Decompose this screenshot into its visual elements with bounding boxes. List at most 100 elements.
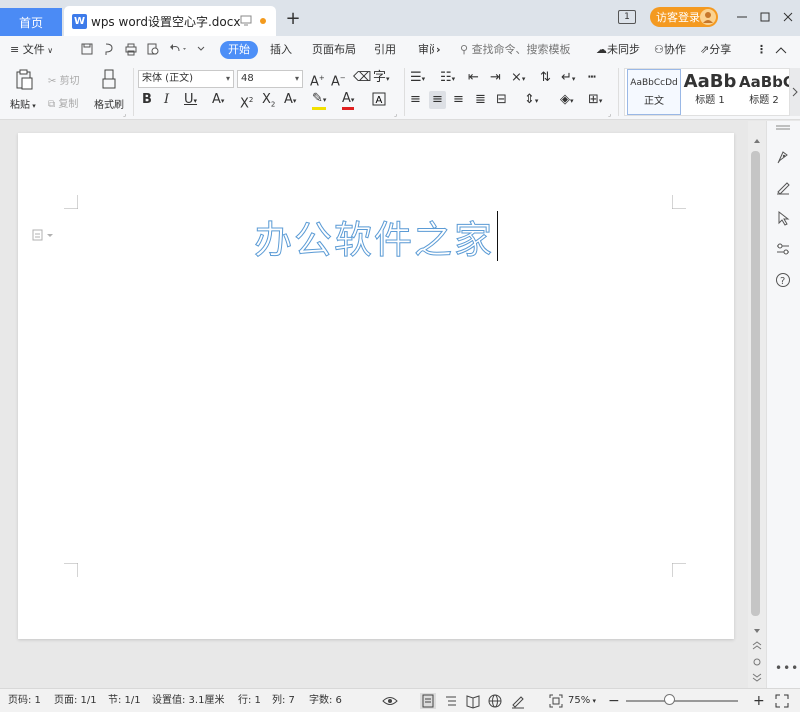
tab-review[interactable]: 审阅: [418, 36, 434, 64]
numbered-list-icon[interactable]: ☷▾: [440, 70, 455, 87]
page-view-icon[interactable]: [420, 693, 436, 709]
decrease-indent-icon[interactable]: ⇤: [468, 70, 479, 86]
shading-icon[interactable]: ◈▾: [560, 92, 574, 109]
next-page-icon[interactable]: [751, 673, 763, 683]
pinyin-icon[interactable]: 字▾: [373, 70, 390, 87]
justify-icon[interactable]: ≣: [475, 92, 486, 108]
fullscreen-icon[interactable]: [774, 693, 790, 709]
paste-button[interactable]: 粘贴 ▾: [10, 96, 36, 111]
pen-icon[interactable]: [775, 179, 791, 195]
reading-view-icon[interactable]: [465, 693, 481, 709]
scroll-down-arrow-icon[interactable]: [752, 627, 762, 635]
eye-protection-icon[interactable]: [382, 693, 398, 709]
highlight-icon[interactable]: ✎▾: [312, 92, 327, 110]
web-view-icon[interactable]: [487, 693, 503, 709]
zoom-out-button[interactable]: −: [608, 689, 620, 712]
distributed-icon[interactable]: ⊟: [496, 92, 507, 108]
zoom-in-button[interactable]: +: [753, 689, 765, 712]
copy-button[interactable]: ⧉ 复制: [48, 95, 78, 110]
style-heading-2[interactable]: AaBbC 标题 2: [739, 69, 789, 115]
cursor-select-icon[interactable]: [775, 210, 791, 226]
share-button[interactable]: ⇗分享: [700, 36, 731, 64]
status-section[interactable]: 节: 1/1: [108, 689, 141, 712]
sync-button[interactable]: ☁未同步: [596, 36, 640, 64]
monitor-icon[interactable]: [240, 14, 252, 26]
bullet-list-icon[interactable]: ☰▾: [410, 70, 425, 87]
hollow-text-content[interactable]: 办公软件之家: [253, 209, 494, 264]
text-effect-icon[interactable]: A▾: [284, 92, 296, 109]
document-tab[interactable]: W wps word设置空心字.docx: [64, 6, 276, 36]
chinese-layout-icon[interactable]: ⨯▾: [511, 70, 525, 87]
status-column[interactable]: 列: 7: [272, 689, 295, 712]
bold-icon[interactable]: B: [142, 92, 152, 108]
subscript-icon[interactable]: X2: [262, 92, 275, 113]
zoom-slider-thumb[interactable]: [664, 694, 675, 705]
font-size-select[interactable]: 48 ▾: [237, 70, 303, 88]
minimize-button[interactable]: [734, 9, 750, 25]
undo-icon[interactable]: [168, 42, 188, 56]
zoom-slider[interactable]: [626, 700, 738, 702]
status-row[interactable]: 行: 1: [238, 689, 261, 712]
style-heading-1[interactable]: AaBb 标题 1: [683, 69, 737, 115]
home-tab[interactable]: 首页: [0, 8, 62, 36]
rocket-icon[interactable]: [775, 149, 791, 165]
close-button[interactable]: [780, 9, 796, 25]
align-left-icon[interactable]: ≡: [410, 92, 421, 108]
more-options-icon[interactable]: ⋮: [756, 36, 767, 64]
superscript-icon[interactable]: X2: [240, 92, 253, 112]
scroll-up-arrow-icon[interactable]: [752, 137, 762, 145]
collapse-ribbon-icon[interactable]: [774, 44, 788, 56]
tab-insert[interactable]: 插入: [270, 36, 292, 64]
zoom-level[interactable]: 75% ▾: [568, 689, 596, 712]
increase-indent-icon[interactable]: ⇥: [490, 70, 501, 86]
file-menu[interactable]: ≡ 文件 ∨: [10, 36, 53, 64]
panel-handle-icon[interactable]: [774, 125, 792, 131]
clear-format-icon[interactable]: ⌫: [353, 70, 371, 86]
prev-page-icon[interactable]: [751, 641, 763, 651]
guest-login-button[interactable]: 访客登录: [650, 7, 718, 27]
tab-references[interactable]: 引用: [374, 36, 396, 64]
outline-view-icon[interactable]: [443, 693, 459, 709]
scrollbar-thumb[interactable]: [751, 151, 760, 616]
sort-icon[interactable]: ⇅: [540, 70, 551, 86]
tab-page-layout[interactable]: 页面布局: [312, 36, 356, 64]
font-name-select[interactable]: 宋体 (正文) ▾: [138, 70, 234, 88]
font-launcher-icon[interactable]: ⌟: [394, 110, 397, 118]
maximize-button[interactable]: [757, 9, 773, 25]
clipboard-launcher-icon[interactable]: ⌟: [123, 110, 126, 118]
styles-scroll-right[interactable]: [790, 68, 800, 116]
align-center-icon[interactable]: ≡: [429, 91, 446, 109]
fit-page-icon[interactable]: [548, 693, 564, 709]
tab-home[interactable]: 开始: [220, 41, 258, 59]
paragraph-handle-icon[interactable]: [32, 229, 56, 241]
show-marks-icon[interactable]: ↵▾: [561, 70, 575, 87]
window-count-badge[interactable]: 1: [618, 10, 636, 24]
italic-icon[interactable]: I: [164, 92, 169, 108]
document-workspace[interactable]: 办公软件之家: [0, 121, 766, 688]
tab-stops-icon[interactable]: ┅: [588, 70, 596, 86]
grow-font-icon[interactable]: A+: [310, 70, 325, 90]
document-page[interactable]: 办公软件之家: [18, 133, 734, 639]
paste-icon[interactable]: [14, 68, 34, 90]
status-word-count[interactable]: 字数: 6: [309, 689, 342, 712]
underline-icon[interactable]: U▾: [184, 92, 197, 109]
cut-button[interactable]: ✂ 剪切: [48, 72, 80, 87]
shrink-font-icon[interactable]: A−: [331, 70, 346, 90]
print-icon[interactable]: [124, 42, 138, 56]
more-tools-icon[interactable]: •••: [775, 661, 799, 675]
export-pdf-icon[interactable]: [102, 42, 116, 56]
style-normal[interactable]: AaBbCcDd 正文: [627, 69, 681, 115]
new-tab-button[interactable]: +: [284, 10, 302, 28]
font-color-icon[interactable]: A▾: [342, 92, 355, 110]
format-painter-icon[interactable]: [101, 68, 119, 90]
save-icon[interactable]: [80, 42, 94, 56]
align-right-icon[interactable]: ≡: [453, 92, 464, 108]
adjust-sliders-icon[interactable]: [775, 241, 791, 257]
vertical-scrollbar[interactable]: [748, 121, 766, 688]
status-page-number[interactable]: 页码: 1: [8, 689, 41, 712]
status-setting-value[interactable]: 设置值: 3.1厘米: [152, 689, 224, 712]
char-border-icon[interactable]: A: [372, 92, 386, 106]
status-pages[interactable]: 页面: 1/1: [54, 689, 97, 712]
quick-access-more-icon[interactable]: [196, 44, 206, 54]
command-search[interactable]: ⚲ 查找命令、搜索模板: [460, 36, 571, 64]
